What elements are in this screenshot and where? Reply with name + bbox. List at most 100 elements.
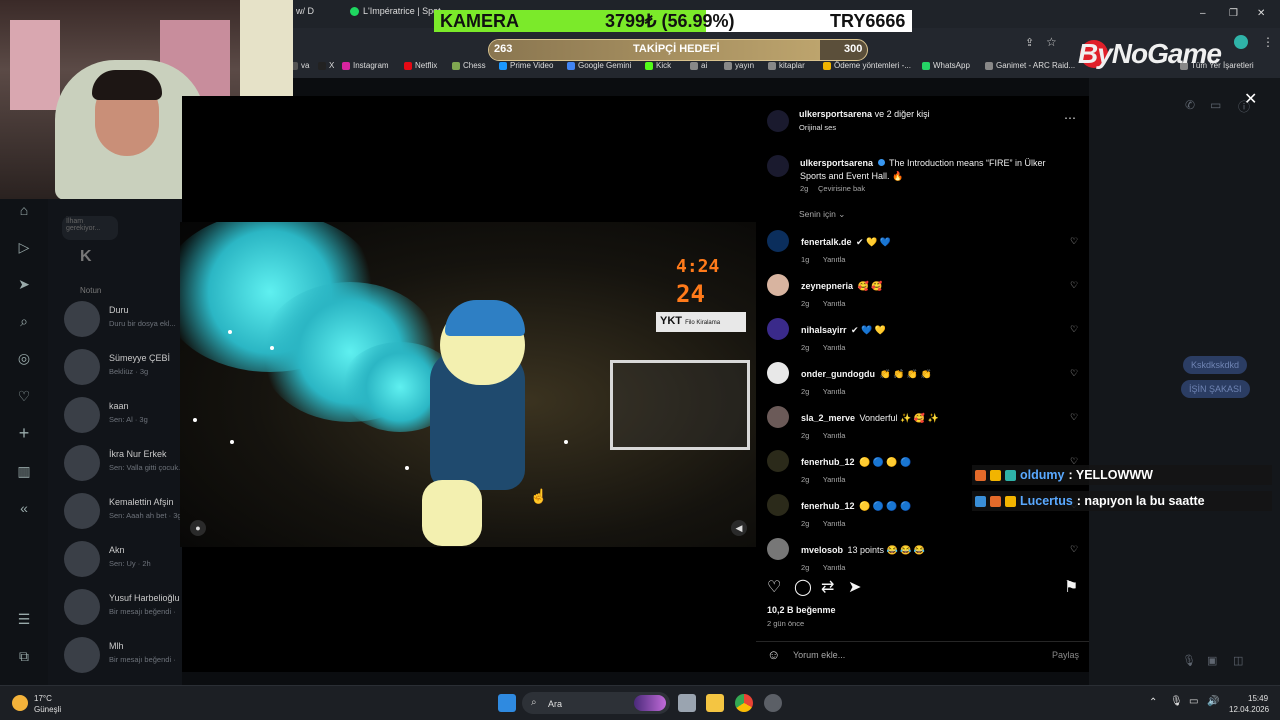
- browser-tab-spotify[interactable]: L'Impératrice | Spot: [350, 6, 441, 16]
- share-icon[interactable]: ➤: [848, 577, 861, 597]
- star-icon[interactable]: ☆: [1046, 35, 1057, 49]
- audio-label[interactable]: Orijinal ses: [799, 123, 836, 132]
- reply-link[interactable]: Yanıtla: [823, 343, 846, 352]
- home-icon[interactable]: ⌂: [14, 200, 34, 220]
- sticker-icon[interactable]: ◫: [1233, 654, 1243, 667]
- comment-input[interactable]: Yorum ekle...: [793, 650, 845, 660]
- comment-user[interactable]: nihalsayirr: [801, 325, 847, 335]
- dm-conversation[interactable]: Mlh Bir mesajı beğendi ·: [48, 631, 182, 679]
- comment-like-icon[interactable]: ♡: [1070, 412, 1078, 423]
- bookmark-item[interactable]: Netflix: [404, 61, 437, 70]
- comment-avatar[interactable]: [767, 318, 789, 340]
- profile-avatar[interactable]: [1234, 35, 1248, 49]
- post-author-avatar[interactable]: [767, 110, 789, 132]
- comment-avatar[interactable]: [767, 274, 789, 296]
- bookmark-icon[interactable]: ⚑: [1064, 577, 1078, 597]
- clock-date[interactable]: 12.04.2026: [1229, 705, 1269, 714]
- bookmark-item[interactable]: Instagram: [342, 61, 389, 70]
- tray-chevron-icon[interactable]: ⌃: [1149, 697, 1157, 708]
- bookmark-item[interactable]: Google Gemini: [567, 61, 631, 70]
- bookmark-item[interactable]: Ganimet - ARC Raid...: [985, 61, 1075, 70]
- note-avatar[interactable]: K: [80, 248, 102, 270]
- video-call-icon[interactable]: ▭: [1210, 98, 1221, 112]
- browser-tab[interactable]: w/ D: [296, 6, 314, 16]
- bookmark-item[interactable]: X: [318, 61, 334, 70]
- bookmark-item[interactable]: WhatsApp: [922, 61, 970, 70]
- comment-like-icon[interactable]: ♡: [1070, 368, 1078, 379]
- like-count[interactable]: 10,2 B beğenme: [767, 605, 836, 615]
- user-tag-icon[interactable]: ●: [190, 520, 206, 536]
- file-explorer-icon[interactable]: [706, 694, 724, 712]
- reels-icon[interactable]: ▷: [14, 237, 34, 257]
- repost-icon[interactable]: ⇄: [821, 577, 834, 597]
- bookmark-item[interactable]: ai: [690, 61, 707, 70]
- comment-user[interactable]: fenerhub_12: [801, 457, 855, 467]
- obs-icon[interactable]: [764, 694, 782, 712]
- dm-conversation[interactable]: kaan Sen: Al · 3g: [48, 391, 182, 439]
- bookmark-item[interactable]: Ödeme yöntemleri -...: [823, 61, 911, 70]
- comment-like-icon[interactable]: ♡: [1070, 324, 1078, 335]
- mute-icon[interactable]: ◀: [731, 520, 747, 536]
- weather-temp[interactable]: 17°C: [34, 694, 52, 703]
- post-author[interactable]: ulkersportsarena ve 2 diğer kişi: [799, 109, 930, 119]
- minimize-button[interactable]: –: [1200, 8, 1206, 19]
- like-icon[interactable]: ♡: [767, 577, 781, 597]
- comment-user[interactable]: zeynepneria: [801, 281, 853, 291]
- tray-volume-icon[interactable]: 🔊: [1207, 696, 1219, 707]
- caption-avatar[interactable]: [767, 155, 789, 177]
- clock-time[interactable]: 15:49: [1248, 694, 1268, 703]
- tray-display-icon[interactable]: ▭: [1189, 696, 1198, 707]
- comment-user[interactable]: fenerhub_12: [801, 501, 855, 511]
- maximize-button[interactable]: ❐: [1229, 8, 1238, 19]
- reply-link[interactable]: Yanıtla: [823, 431, 846, 440]
- windows-start-icon[interactable]: [498, 694, 516, 712]
- image-icon[interactable]: ▣: [1207, 654, 1217, 667]
- close-icon[interactable]: ✕: [1244, 89, 1257, 109]
- stats-icon[interactable]: ▥: [14, 461, 34, 481]
- bookmark-item[interactable]: yayın: [724, 61, 754, 70]
- comment-user[interactable]: onder_gundogdu: [801, 369, 875, 379]
- bookmark-item[interactable]: Kick: [645, 61, 671, 70]
- emoji-icon[interactable]: ☺: [767, 647, 780, 662]
- comment-like-icon[interactable]: ♡: [1070, 236, 1078, 247]
- chrome-icon[interactable]: [735, 694, 753, 712]
- create-icon[interactable]: +: [14, 423, 34, 443]
- task-view-icon[interactable]: [678, 694, 696, 712]
- apps-icon[interactable]: ⧉: [14, 646, 34, 666]
- caption-user[interactable]: ulkersportsarena: [800, 158, 873, 168]
- dm-conversation[interactable]: İkra Nur Erkek Sen: Valla gitti çocuk...: [48, 439, 184, 487]
- comment-avatar[interactable]: [767, 406, 789, 428]
- comment-user[interactable]: mvelosob: [801, 545, 843, 555]
- reply-link[interactable]: Yanıtla: [823, 563, 846, 572]
- comment-avatar[interactable]: [767, 450, 789, 472]
- explore-icon[interactable]: ◎: [14, 348, 34, 368]
- dm-conversation[interactable]: Akn Sen: Uy · 2h: [48, 535, 182, 583]
- comment-like-icon[interactable]: ♡: [1070, 280, 1078, 291]
- dm-conversation[interactable]: Yusuf Harbelioğlu Bir mesajı beğendi ·: [48, 583, 182, 631]
- reply-link[interactable]: Yanıtla: [823, 299, 846, 308]
- bookmark-item[interactable]: Chess: [452, 61, 486, 70]
- comment-avatar[interactable]: [767, 538, 789, 560]
- weather-icon[interactable]: [12, 695, 28, 711]
- reply-link[interactable]: Yanıtla: [823, 387, 846, 396]
- note-bubble[interactable]: İlham gerekiyor...: [62, 216, 118, 240]
- reply-link[interactable]: Yanıtla: [823, 475, 846, 484]
- dm-conversation[interactable]: Sümeyye ÇEBİ Bekliüz · 3g: [48, 343, 182, 391]
- reply-link[interactable]: Yanıtla: [823, 519, 846, 528]
- kebab-menu-icon[interactable]: ⋮: [1262, 35, 1274, 49]
- reply-link[interactable]: Yanıtla: [823, 255, 846, 264]
- microphone-icon[interactable]: 🎙: [1182, 654, 1196, 667]
- comment-icon[interactable]: ◯: [794, 577, 812, 597]
- comment-avatar[interactable]: [767, 494, 789, 516]
- comment-user[interactable]: sla_2_merve: [801, 413, 855, 423]
- call-icon[interactable]: ✆: [1185, 98, 1195, 112]
- bookmark-item[interactable]: kitaplar: [768, 61, 805, 70]
- more-options-icon[interactable]: ⋯: [1064, 111, 1076, 125]
- tray-mic-icon[interactable]: 🎙: [1170, 696, 1183, 707]
- install-icon[interactable]: ⇪: [1025, 36, 1034, 49]
- menu-icon[interactable]: ☰: [14, 609, 34, 629]
- comment-sort[interactable]: Senin için ⌄: [799, 209, 845, 220]
- weather-desc[interactable]: Güneşli: [34, 705, 61, 714]
- comment-avatar[interactable]: [767, 362, 789, 384]
- close-window-button[interactable]: ✕: [1257, 8, 1265, 19]
